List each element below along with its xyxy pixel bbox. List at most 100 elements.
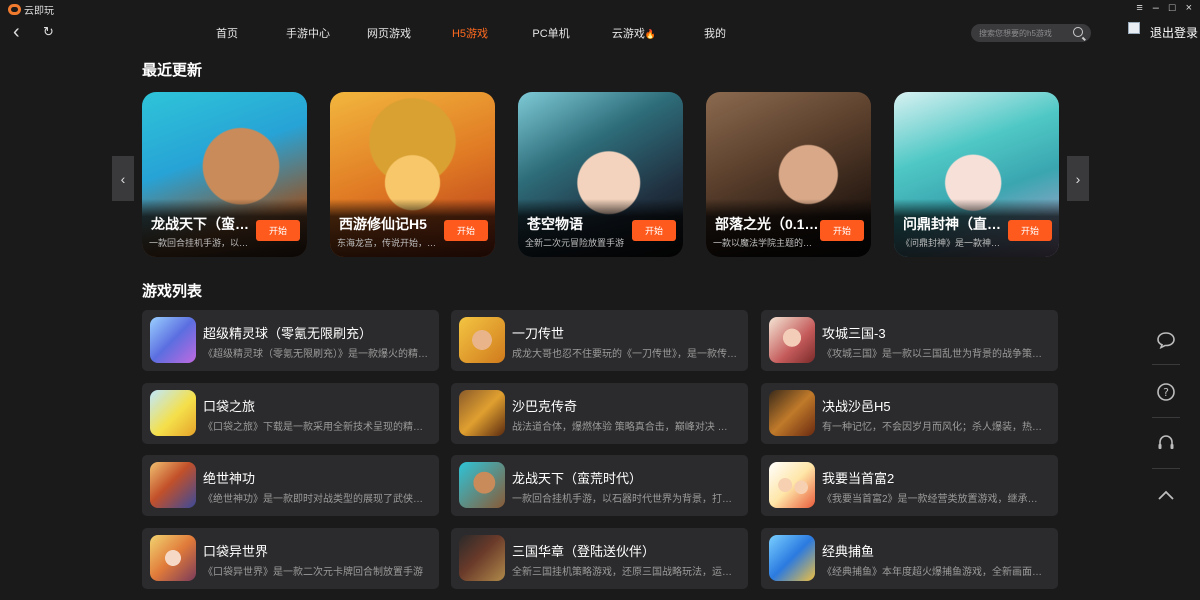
list-item[interactable]: 超级精灵球（零氪无限刷充） 《超级精灵球（零氪无限刷充）》是一款爆火的精灵收集手…: [142, 310, 439, 371]
logout-link[interactable]: 退出登录: [1150, 24, 1198, 41]
list-item-title: 绝世神功: [203, 471, 256, 486]
card-desc: 一款回合挂机手游，以石器时代世界为背景: [149, 238, 257, 248]
start-button[interactable]: 开始: [256, 220, 300, 241]
title-bar: 云即玩 ≡ – □ ×: [0, 0, 1200, 18]
list-item-desc: 战法道合体，爆燃体验 策略真合击，巅峰对决 传奇再现: [512, 422, 737, 433]
nav-home[interactable]: 首页: [216, 25, 238, 41]
game-icon: [769, 535, 815, 581]
menu-icon[interactable]: ≡: [1136, 2, 1142, 14]
back-icon[interactable]: ‹: [13, 21, 20, 44]
recent-card[interactable]: 部落之光（0.1折） 一款以魔法学院主题的卡牌手游 开始: [706, 92, 871, 257]
nav-web-games[interactable]: 网页游戏: [367, 25, 411, 41]
svg-text:?: ?: [1163, 386, 1169, 399]
list-item[interactable]: 绝世神功 《绝世神功》是一款即时对战类型的展现了武侠江湖的手游: [142, 455, 439, 516]
side-toolbar: ?: [1148, 322, 1184, 516]
game-icon: [459, 535, 505, 581]
minimize-icon[interactable]: –: [1153, 2, 1159, 14]
fire-icon: 🔥: [644, 29, 657, 39]
list-item-desc: 成龙大哥也忍不住要玩的《一刀传世》，是一款传奇手游: [512, 349, 737, 360]
recent-section-title: 最近更新: [142, 62, 203, 79]
carousel-next-button[interactable]: ›: [1067, 156, 1089, 201]
list-item-title: 攻城三国-3: [822, 326, 886, 341]
nav-bar: ‹ ↻ 首页 手游中心 网页游戏 H5游戏 PC单机 云游戏🔥 我的 退出登录: [0, 18, 1200, 48]
app-name: 云即玩: [24, 5, 54, 17]
list-section-title: 游戏列表: [142, 283, 203, 300]
app-logo: 云即玩: [8, 2, 54, 17]
card-desc: 《问鼎封神》是一款神话题材手游: [901, 238, 1009, 248]
game-icon: [769, 390, 815, 436]
list-item[interactable]: 一刀传世 成龙大哥也忍不住要玩的《一刀传世》，是一款传奇手游: [451, 310, 748, 371]
list-item[interactable]: 龙战天下（蛮荒时代） 一款回合挂机手游，以石器时代世界为背景，打造原始部落: [451, 455, 748, 516]
chevron-right-icon: ›: [1075, 170, 1081, 187]
list-item-title: 口袋之旅: [203, 399, 256, 414]
list-item-title: 决战沙邑H5: [822, 399, 891, 414]
search-icon[interactable]: [1073, 27, 1083, 37]
card-title: 西游修仙记H5: [339, 216, 427, 232]
list-item[interactable]: 沙巴克传奇 战法道合体，爆燃体验 策略真合击，巅峰对决 传奇再现: [451, 383, 748, 444]
avatar[interactable]: [1128, 22, 1140, 34]
nav-cloud-games[interactable]: 云游戏🔥: [612, 25, 656, 41]
list-item-desc: 《攻城三国》是一款以三国乱世为背景的战争策略手游: [822, 349, 1047, 360]
list-item-desc: 一款回合挂机手游，以石器时代世界为背景，打造原始部落: [512, 494, 737, 505]
game-icon: [150, 535, 196, 581]
maximize-icon[interactable]: □: [1169, 2, 1176, 14]
help-button[interactable]: ?: [1148, 374, 1184, 410]
close-icon[interactable]: ×: [1186, 2, 1192, 14]
card-title: 苍空物语: [527, 216, 583, 232]
list-item-desc: 有一种记忆，不会因岁月而风化；杀人爆装，热血传奇: [822, 422, 1047, 433]
game-icon: [150, 462, 196, 508]
list-item[interactable]: 口袋异世界 《口袋异世界》是一款二次元卡牌回合制放置手游: [142, 528, 439, 589]
help-icon: ?: [1157, 383, 1175, 401]
recent-card[interactable]: 西游修仙记H5 东海龙宫，传说开始，西游修仙之路 开始: [330, 92, 495, 257]
window-controls: ≡ – □ ×: [1136, 2, 1192, 14]
nav-h5-games[interactable]: H5游戏: [452, 25, 488, 41]
support-button[interactable]: [1148, 425, 1184, 461]
recent-card[interactable]: 龙战天下（蛮荒时代） 一款回合挂机手游，以石器时代世界为背景 开始: [142, 92, 307, 257]
chat-icon: [1157, 332, 1175, 349]
list-item-title: 口袋异世界: [203, 544, 269, 559]
nav-cloud-games-label: 云游戏: [611, 28, 645, 40]
list-item-desc: 《绝世神功》是一款即时对战类型的展现了武侠江湖的手游: [203, 494, 428, 505]
list-item-title: 一刀传世: [512, 326, 565, 341]
refresh-icon[interactable]: ↻: [43, 24, 54, 40]
game-icon: [150, 390, 196, 436]
list-item[interactable]: 三国华章（登陆送伙伴） 全新三国挂机策略游戏，还原三国战略玩法，运筹帷幄: [451, 528, 748, 589]
list-item[interactable]: 我要当首富2 《我要当首富2》是一款经营类放置游戏，继承了前作玩法: [761, 455, 1058, 516]
list-item[interactable]: 决战沙邑H5 有一种记忆，不会因岁月而风化；杀人爆装，热血传奇: [761, 383, 1058, 444]
recent-card[interactable]: 问鼎封神（直充） 《问鼎封神》是一款神话题材手游 开始: [894, 92, 1059, 257]
nav-pc-games[interactable]: PC单机: [532, 25, 569, 41]
start-button[interactable]: 开始: [820, 220, 864, 241]
start-button[interactable]: 开始: [632, 220, 676, 241]
game-icon: [769, 462, 815, 508]
list-item-desc: 《经典捕鱼》本年度超火爆捕鱼游戏，全新画面全新玩法: [822, 567, 1047, 578]
logo-icon: [8, 3, 21, 15]
headset-icon: [1158, 435, 1174, 449]
list-item-title: 龙战天下（蛮荒时代）: [512, 471, 643, 486]
nav-mine[interactable]: 我的: [704, 25, 726, 41]
game-icon: [459, 317, 505, 363]
search-box: [971, 24, 1091, 42]
list-item-title: 三国华章（登陆送伙伴）: [512, 544, 656, 559]
card-title: 龙战天下（蛮荒时代）: [151, 216, 256, 232]
card-desc: 一款以魔法学院主题的卡牌手游: [713, 238, 821, 248]
chevron-left-icon: ‹: [120, 170, 126, 187]
chat-button[interactable]: [1148, 322, 1184, 358]
card-title: 问鼎封神（直充）: [903, 216, 1008, 232]
list-item[interactable]: 口袋之旅 《口袋之旅》下载是一款采用全新技术呈现的精灵手游: [142, 383, 439, 444]
list-item-desc: 全新三国挂机策略游戏，还原三国战略玩法，运筹帷幄: [512, 567, 737, 578]
back-to-top-button[interactable]: [1148, 477, 1184, 513]
game-icon: [459, 462, 505, 508]
game-icon: [150, 317, 196, 363]
list-item-title: 我要当首富2: [822, 471, 895, 486]
start-button[interactable]: 开始: [1008, 220, 1052, 241]
list-item-desc: 《超级精灵球（零氪无限刷充）》是一款爆火的精灵收集手游: [203, 349, 428, 360]
list-item[interactable]: 攻城三国-3 《攻城三国》是一款以三国乱世为背景的战争策略手游: [761, 310, 1058, 371]
list-item-title: 经典捕鱼: [822, 544, 875, 559]
nav-mobile-games[interactable]: 手游中心: [286, 25, 330, 41]
list-item-title: 超级精灵球（零氪无限刷充）: [203, 326, 373, 341]
carousel-prev-button[interactable]: ‹: [112, 156, 134, 201]
list-item[interactable]: 经典捕鱼 《经典捕鱼》本年度超火爆捕鱼游戏，全新画面全新玩法: [761, 528, 1058, 589]
search-input[interactable]: [979, 28, 1067, 38]
start-button[interactable]: 开始: [444, 220, 488, 241]
recent-card[interactable]: 苍空物语 全新二次元冒险放置手游 开始: [518, 92, 683, 257]
